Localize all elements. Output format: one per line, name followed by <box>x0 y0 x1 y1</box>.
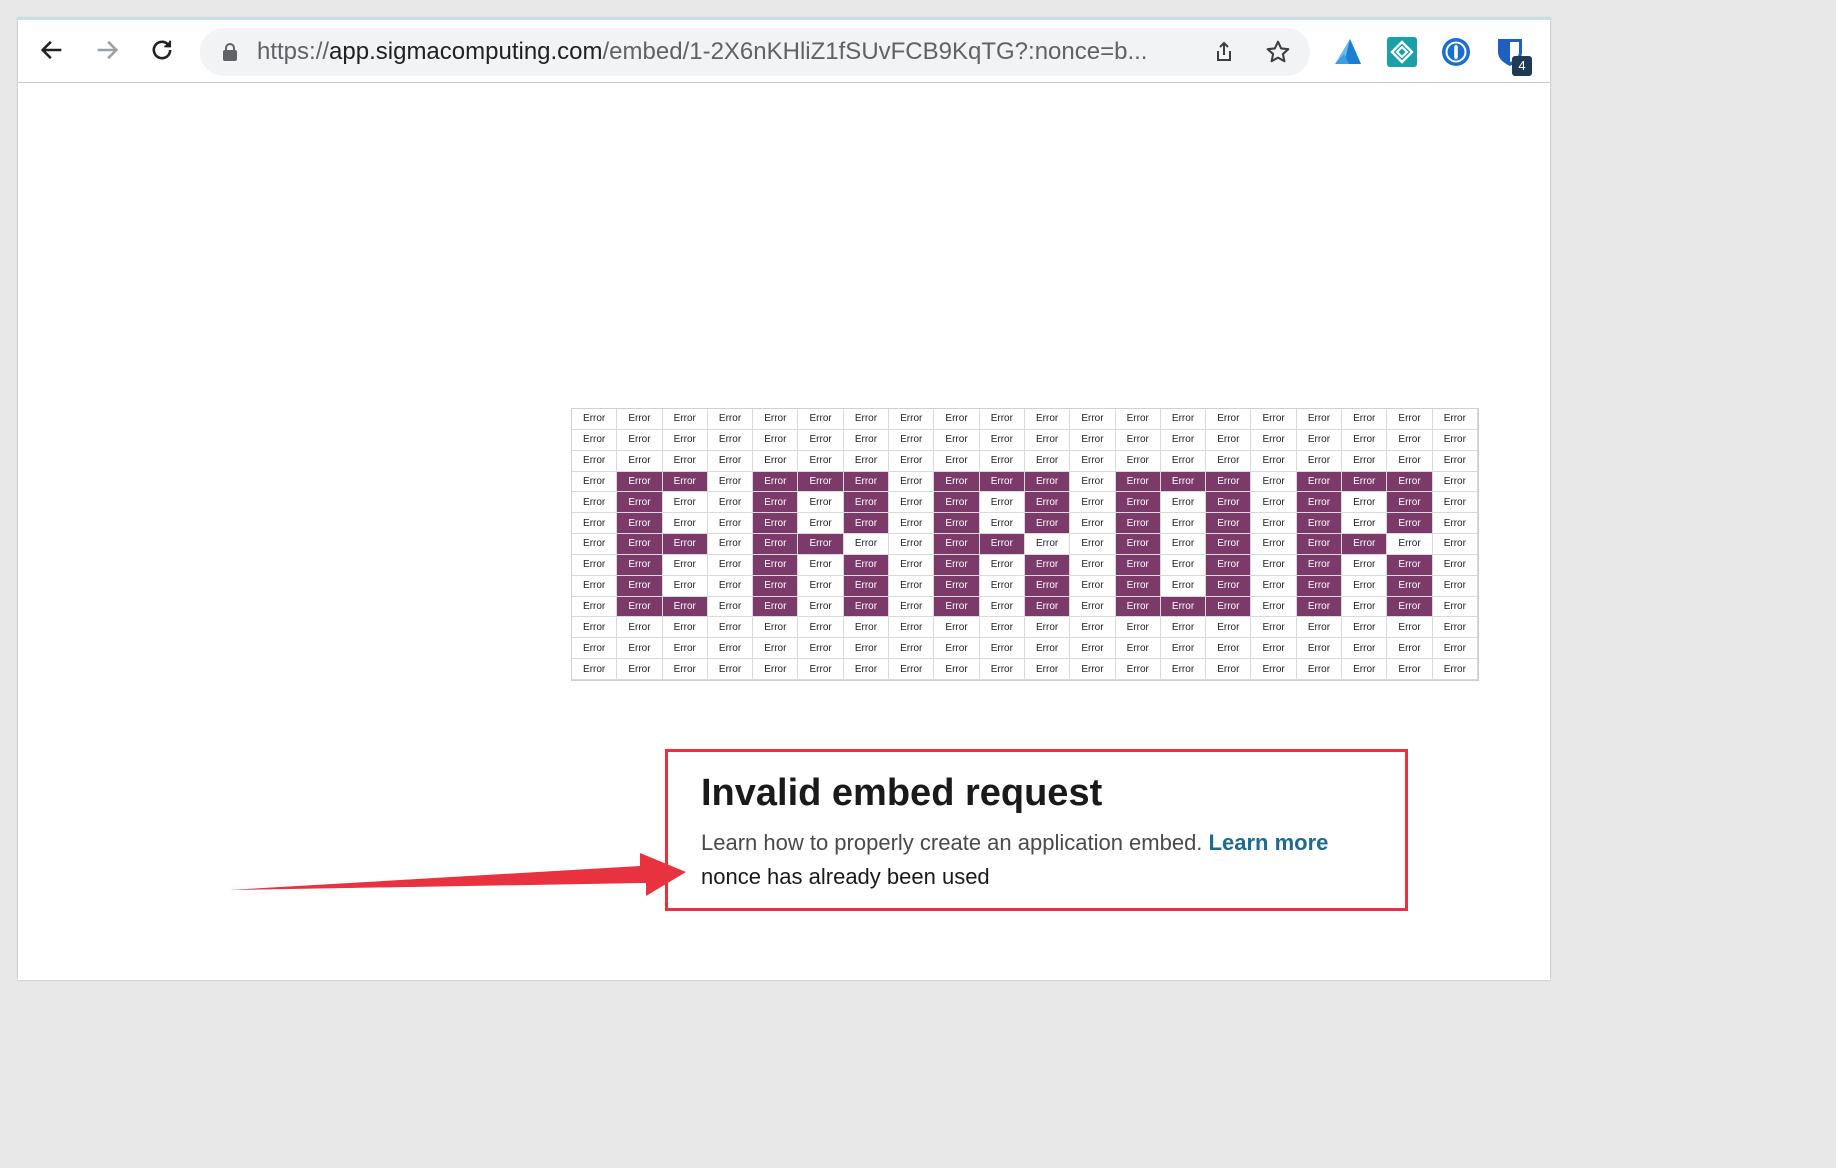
annotation-arrow <box>229 853 686 896</box>
arrow-shape <box>229 853 686 896</box>
